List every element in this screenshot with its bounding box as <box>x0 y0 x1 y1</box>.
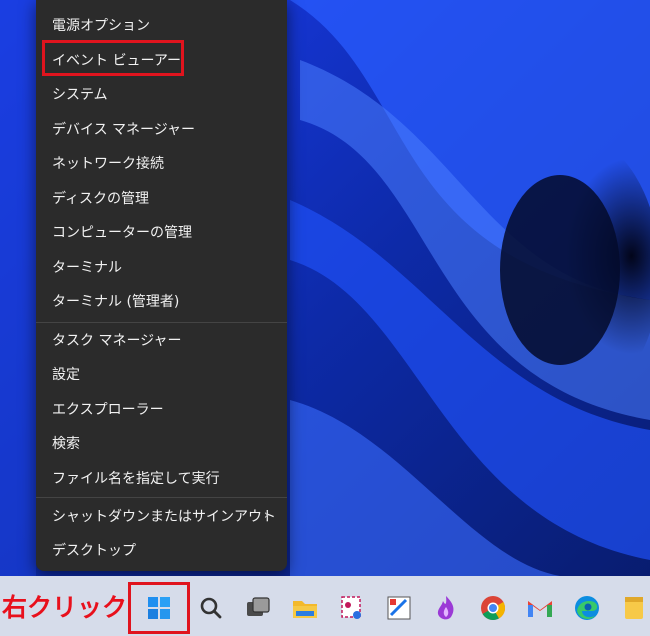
chevron-right-icon: › <box>263 508 269 523</box>
sticky-notes-icon[interactable] <box>619 593 647 623</box>
menu-item-shutdown-signout[interactable]: シャットダウンまたはサインアウト › <box>36 499 287 533</box>
menu-item-computer-management[interactable]: コンピューターの管理 <box>36 215 287 249</box>
menu-separator <box>36 497 287 498</box>
highlight-box-start <box>128 582 190 634</box>
menu-item-label: シャットダウンまたはサインアウト <box>52 509 276 525</box>
right-click-callout: 右クリック <box>2 593 128 622</box>
menu-item-run[interactable]: ファイル名を指定して実行 <box>36 461 287 495</box>
menu-item-system[interactable]: システム <box>36 77 287 111</box>
menu-item-search[interactable]: 検索 <box>36 426 287 460</box>
menu-item-file-explorer[interactable]: エクスプローラー <box>36 392 287 426</box>
search-icon[interactable] <box>196 593 226 623</box>
app-icon[interactable] <box>431 593 461 623</box>
menu-item-disk-management[interactable]: ディスクの管理 <box>36 181 287 215</box>
paint-icon[interactable] <box>384 593 414 623</box>
menu-item-network-connections[interactable]: ネットワーク接続 <box>36 146 287 180</box>
gmail-icon[interactable] <box>525 593 555 623</box>
winx-context-menu: 電源オプション イベント ビューアー システム デバイス マネージャー ネットワ… <box>36 0 287 571</box>
file-explorer-icon[interactable] <box>290 593 320 623</box>
highlight-box-event-viewer <box>42 40 184 76</box>
menu-item-task-manager[interactable]: タスク マネージャー <box>36 323 287 357</box>
edge-icon[interactable] <box>572 593 602 623</box>
menu-item-device-manager[interactable]: デバイス マネージャー <box>36 112 287 146</box>
menu-item-desktop[interactable]: デスクトップ <box>36 533 287 567</box>
menu-item-power-options[interactable]: 電源オプション <box>36 8 287 42</box>
menu-item-terminal-admin[interactable]: ターミナル (管理者) <box>36 284 287 318</box>
snipping-tool-icon[interactable] <box>337 593 367 623</box>
task-view-icon[interactable] <box>243 593 273 623</box>
menu-item-terminal[interactable]: ターミナル <box>36 250 287 284</box>
menu-item-settings[interactable]: 設定 <box>36 357 287 391</box>
chrome-icon[interactable] <box>478 593 508 623</box>
